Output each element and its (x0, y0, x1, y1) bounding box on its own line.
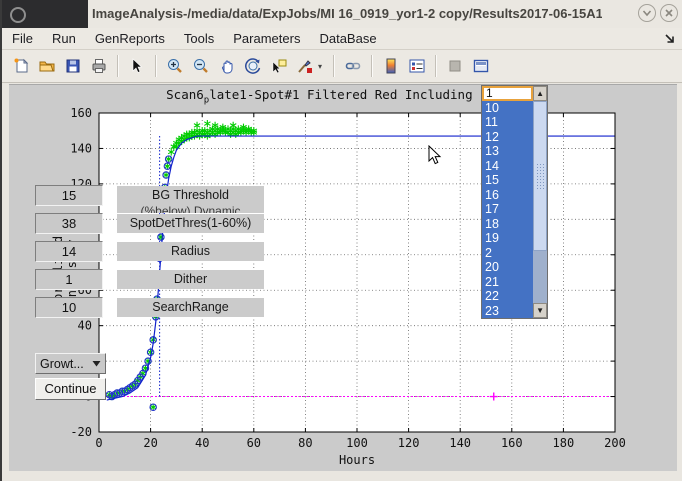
spot-selector-listbox: 1 10111213141516171819220212223 ▲ ▼ (481, 85, 548, 319)
param-input-4[interactable]: 10 (35, 297, 103, 318)
listbox-item[interactable]: 2 (482, 246, 533, 260)
param-label-4: SearchRange (117, 298, 264, 317)
scrollbar-grip (536, 163, 545, 189)
legend-icon[interactable] (404, 53, 430, 79)
x-tick-label: 0 (95, 436, 102, 450)
listbox-item[interactable]: 16 (482, 188, 533, 202)
menu-database[interactable]: DataBase (319, 31, 376, 46)
continue-button[interactable]: Continue (35, 378, 106, 400)
scroll-down-button[interactable]: ▼ (533, 303, 547, 318)
listbox-selected-item[interactable]: 1 (482, 86, 533, 101)
brush-caret-icon[interactable]: ▾ (318, 53, 328, 79)
close-window-button[interactable] (660, 4, 678, 22)
listbox-item[interactable]: 13 (482, 144, 533, 158)
link-plots-icon[interactable] (340, 53, 366, 79)
param-label-0: BG Threshold (117, 186, 264, 205)
listbox-items: 1 10111213141516171819220212223 (482, 86, 533, 318)
close-icon (664, 8, 674, 18)
save-icon[interactable] (60, 53, 86, 79)
open-folder-icon[interactable] (34, 53, 60, 79)
app-window: { "window": { "title": "ImageAnalysis-/m… (0, 0, 682, 481)
brush-icon[interactable] (292, 53, 318, 79)
param-input-0[interactable]: 15 (35, 185, 103, 206)
y-tick-label: 140 (70, 141, 92, 155)
mouse-cursor-icon (428, 145, 442, 165)
param-label-3: Dither (117, 270, 264, 289)
plot-axes: 020406080100120140160180200-200204060801… (9, 85, 677, 471)
growth-mode-label: Growt... (40, 357, 84, 371)
menu-run[interactable]: Run (52, 31, 76, 46)
param-label-0-line2: (%below) Dynamic (117, 205, 264, 213)
menu-bar: File Run GenReports Tools Parameters Dat… (2, 28, 682, 50)
y-tick-label: 160 (70, 106, 92, 120)
x-tick-label: 140 (449, 436, 471, 450)
x-tick-label: 160 (501, 436, 523, 450)
y-tick-label: -20 (70, 425, 92, 439)
menu-tools[interactable]: Tools (184, 31, 214, 46)
listbox-item[interactable]: 12 (482, 130, 533, 144)
rotate-3d-icon[interactable] (240, 53, 266, 79)
x-tick-label: 40 (195, 436, 209, 450)
param-input-3[interactable]: 1 (35, 269, 103, 290)
title-bar: ImageAnalysis-/media/data/ExpJobs/MI 16_… (2, 0, 682, 29)
dropdown-arrow-icon (92, 360, 101, 367)
shade-window-button[interactable] (638, 4, 656, 22)
toolbar-separator (333, 55, 335, 77)
colorbar-icon[interactable] (378, 53, 404, 79)
listbox-item[interactable]: 11 (482, 115, 533, 129)
listbox-item[interactable]: 14 (482, 159, 533, 173)
zoom-out-icon[interactable] (188, 53, 214, 79)
x-tick-label: 120 (398, 436, 420, 450)
scrollbar-thumb[interactable] (533, 101, 547, 251)
param-label-1: SpotDetThres(1-60%) (117, 214, 264, 233)
zoom-in-icon[interactable] (162, 53, 188, 79)
listbox-scrollbar: ▲ ▼ (533, 86, 547, 318)
listbox-item[interactable]: 15 (482, 173, 533, 187)
x-tick-label: 20 (143, 436, 157, 450)
menu-genreports[interactable]: GenReports (95, 31, 165, 46)
figure-panel: 020406080100120140160180200-200204060801… (9, 84, 677, 471)
toolbar-separator (371, 55, 373, 77)
x-tick-label: 60 (247, 436, 261, 450)
print-icon[interactable] (86, 53, 112, 79)
pan-hand-icon[interactable] (214, 53, 240, 79)
figure-toolbar: ▾ (2, 50, 682, 83)
menu-parameters[interactable]: Parameters (233, 31, 300, 46)
new-file-icon[interactable] (8, 53, 34, 79)
listbox-item[interactable]: 18 (482, 217, 533, 231)
chevron-down-icon (642, 8, 652, 18)
x-tick-label: 80 (298, 436, 312, 450)
listbox-item[interactable]: 21 (482, 275, 533, 289)
plot-title-text: Scan6 (166, 87, 204, 102)
toolbar-separator (435, 55, 437, 77)
scroll-up-button[interactable]: ▲ (533, 86, 547, 101)
listbox-item[interactable]: 23 (482, 304, 533, 318)
param-input-2[interactable]: 14 (35, 241, 103, 262)
data-cursor-icon[interactable] (266, 53, 292, 79)
listbox-item[interactable]: 22 (482, 289, 533, 303)
toolbar-separator (155, 55, 157, 77)
listbox-item[interactable]: 10 (482, 101, 533, 115)
titlebar-dark-segment (2, 0, 88, 28)
plottools-disabled-icon (442, 53, 468, 79)
x-tick-label: 180 (553, 436, 575, 450)
scrollbar-track[interactable] (533, 251, 547, 303)
growth-mode-dropdown[interactable]: Growt... (35, 353, 106, 374)
window-title: ImageAnalysis-/media/data/ExpJobs/MI 16_… (92, 0, 602, 28)
listbox-item[interactable]: 20 (482, 260, 533, 274)
dock-figure-arrow-icon[interactable] (664, 33, 676, 45)
window-menu-icon[interactable] (10, 7, 26, 23)
pointer-icon[interactable] (124, 53, 150, 79)
toolbar-separator (117, 55, 119, 77)
param-label-2: Radius (117, 242, 264, 261)
listbox-item[interactable]: 17 (482, 202, 533, 216)
menu-file[interactable]: File (12, 31, 33, 46)
dock-window-icon[interactable] (468, 53, 494, 79)
x-tick-label: 200 (604, 436, 626, 450)
param-input-1[interactable]: 38 (35, 213, 103, 234)
x-axis-label: Hours (99, 453, 615, 467)
x-tick-label: 100 (346, 436, 368, 450)
listbox-item[interactable]: 19 (482, 231, 533, 245)
